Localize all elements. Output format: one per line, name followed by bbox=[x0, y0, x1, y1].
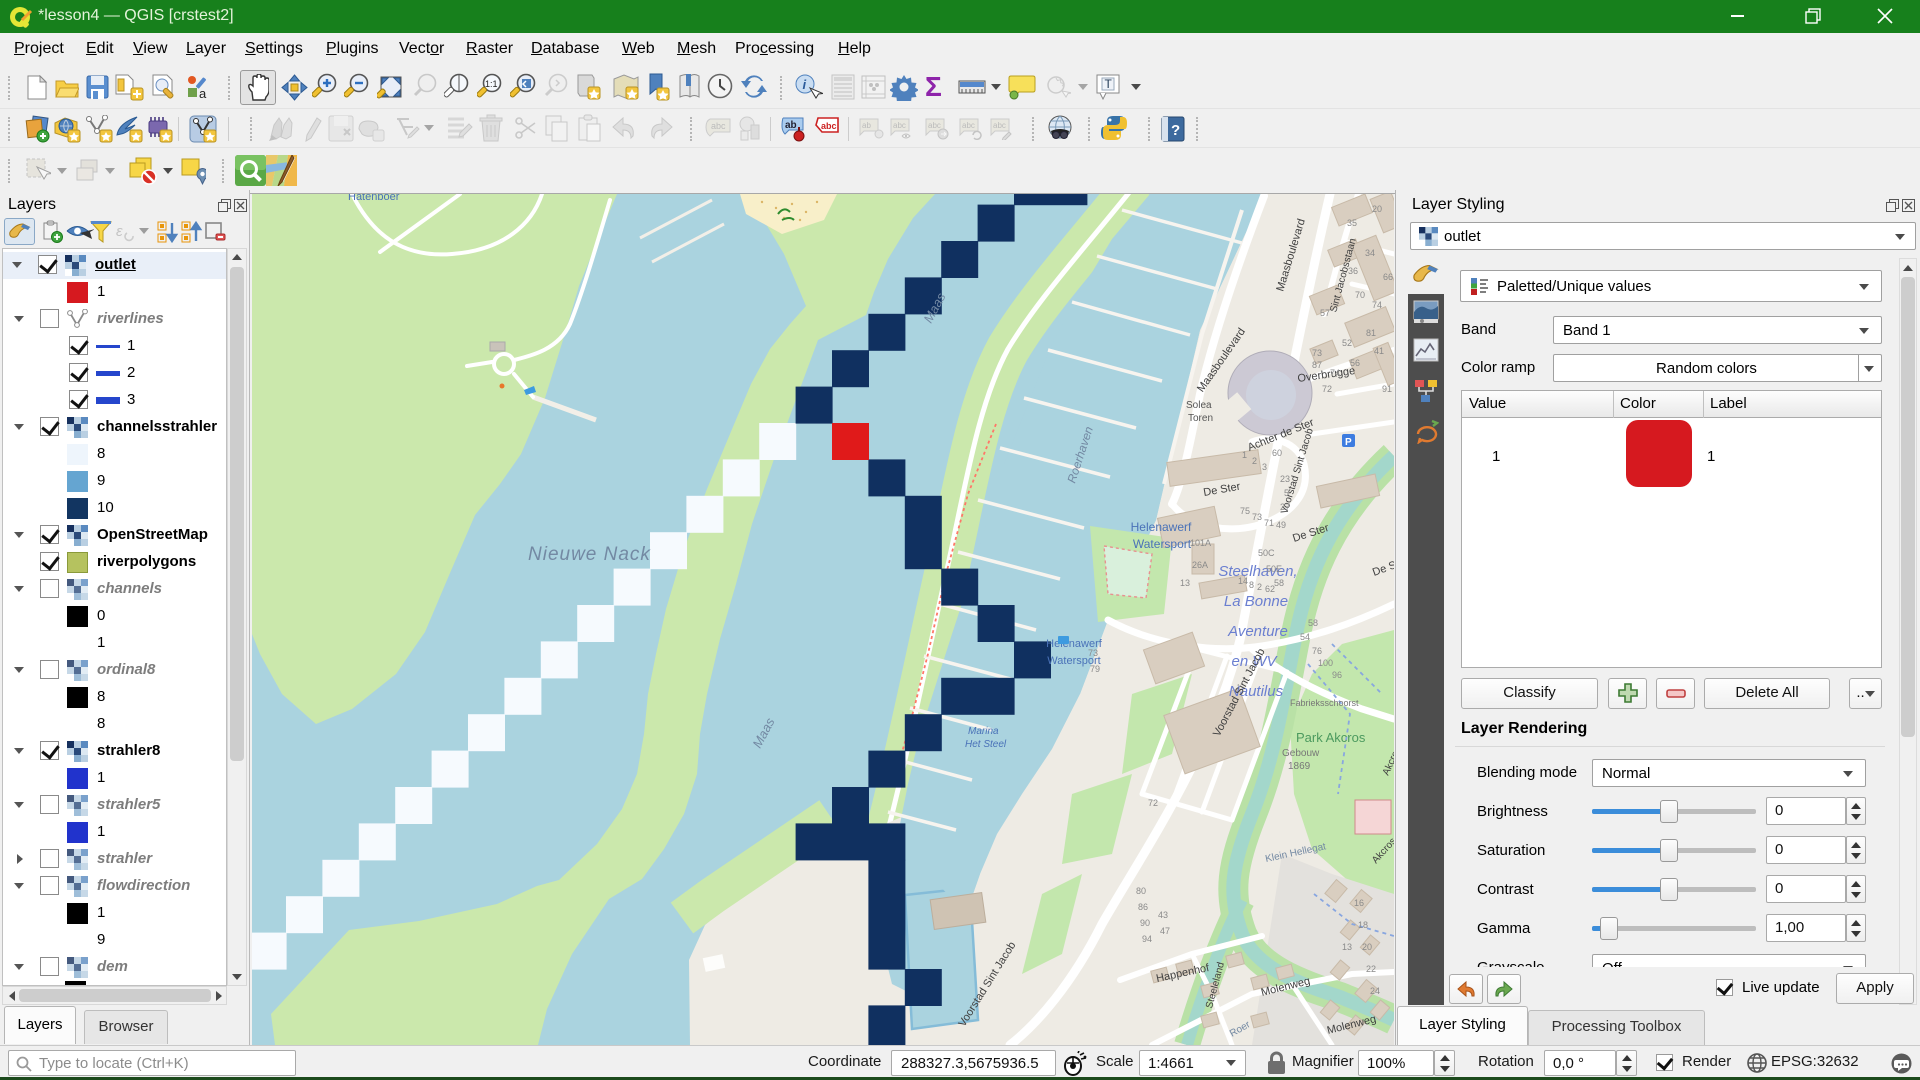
svg-text:abc: abc bbox=[711, 121, 726, 131]
svg-text:86: 86 bbox=[1138, 902, 1148, 912]
svg-text:23: 23 bbox=[1280, 474, 1290, 484]
svg-text:74: 74 bbox=[1372, 300, 1382, 310]
svg-text:Solea: Solea bbox=[1186, 400, 1212, 411]
svg-text:Nieuwe Nack: Nieuwe Nack bbox=[528, 544, 651, 565]
svg-text:20: 20 bbox=[1362, 942, 1372, 952]
svg-text:Helenawerf: Helenawerf bbox=[1131, 520, 1192, 534]
svg-text:abc: abc bbox=[962, 121, 975, 130]
svg-text:26A: 26A bbox=[1192, 560, 1208, 570]
svg-text:54: 54 bbox=[1300, 632, 1310, 642]
svg-text:57: 57 bbox=[1320, 308, 1330, 318]
svg-text:90: 90 bbox=[1140, 918, 1150, 928]
svg-text:87: 87 bbox=[1312, 360, 1322, 370]
svg-text:50E: 50E bbox=[1266, 564, 1282, 574]
svg-text:76: 76 bbox=[1312, 646, 1322, 656]
svg-text:66: 66 bbox=[1383, 272, 1393, 282]
svg-text:2: 2 bbox=[1257, 582, 1262, 592]
svg-text:Toren: Toren bbox=[1188, 413, 1213, 424]
svg-text:94: 94 bbox=[1142, 934, 1152, 944]
svg-text:Hatenboer: Hatenboer bbox=[348, 194, 400, 203]
svg-text:47: 47 bbox=[1160, 926, 1170, 936]
svg-text:ab: ab bbox=[862, 121, 871, 130]
svg-text:74: 74 bbox=[1330, 368, 1340, 378]
svg-text:?: ? bbox=[1171, 122, 1180, 139]
svg-text:79: 79 bbox=[1090, 664, 1100, 674]
svg-text:Gebouw: Gebouw bbox=[1282, 748, 1320, 759]
svg-text:abc: abc bbox=[928, 121, 941, 130]
svg-text:14: 14 bbox=[1238, 576, 1248, 586]
svg-text:1:1: 1:1 bbox=[485, 79, 498, 89]
svg-text:T: T bbox=[1105, 77, 1113, 91]
svg-text:35: 35 bbox=[1347, 218, 1357, 228]
svg-text:16: 16 bbox=[1354, 898, 1364, 908]
svg-text:1: 1 bbox=[1242, 450, 1247, 460]
svg-text:36: 36 bbox=[1348, 266, 1358, 276]
svg-text:abc: abc bbox=[893, 121, 906, 130]
svg-text:58: 58 bbox=[1308, 618, 1318, 628]
svg-text:75: 75 bbox=[1240, 506, 1250, 516]
svg-text:22: 22 bbox=[1366, 964, 1376, 974]
svg-text:41: 41 bbox=[1374, 346, 1384, 356]
svg-text:ab: ab bbox=[785, 120, 797, 131]
svg-text:91: 91 bbox=[1382, 384, 1392, 394]
svg-text:Marina: Marina bbox=[968, 726, 999, 737]
svg-text:Park Akcros: Park Akcros bbox=[1296, 730, 1366, 745]
svg-text:abc: abc bbox=[993, 121, 1006, 130]
svg-text:i: i bbox=[803, 77, 807, 92]
svg-text:81: 81 bbox=[1366, 328, 1376, 338]
svg-text:13: 13 bbox=[1342, 942, 1352, 952]
svg-text:24: 24 bbox=[1370, 986, 1380, 996]
svg-text:62: 62 bbox=[1265, 584, 1275, 594]
svg-text:P: P bbox=[1345, 437, 1352, 448]
svg-text:52: 52 bbox=[1342, 338, 1352, 348]
svg-text:34: 34 bbox=[1365, 248, 1375, 258]
svg-text:La Bonne: La Bonne bbox=[1224, 593, 1288, 610]
svg-text:1869: 1869 bbox=[1288, 761, 1311, 772]
svg-text:100: 100 bbox=[1318, 658, 1333, 668]
svg-text:Aventure: Aventure bbox=[1227, 623, 1288, 640]
svg-text:50C: 50C bbox=[1258, 548, 1275, 558]
svg-text:101A: 101A bbox=[1190, 538, 1211, 548]
svg-text:18: 18 bbox=[1358, 920, 1368, 930]
svg-text:73: 73 bbox=[1088, 648, 1098, 658]
svg-text:ε: ε bbox=[116, 223, 123, 240]
svg-text:73: 73 bbox=[1252, 512, 1262, 522]
svg-text:80: 80 bbox=[1136, 886, 1146, 896]
svg-text:Het Steel: Het Steel bbox=[965, 739, 1007, 750]
svg-text:49: 49 bbox=[1276, 520, 1286, 530]
svg-text:72: 72 bbox=[1322, 384, 1332, 394]
svg-text:Fabrieksschoorst: Fabrieksschoorst bbox=[1290, 698, 1359, 708]
svg-text:20: 20 bbox=[1372, 204, 1382, 214]
svg-text:73: 73 bbox=[1312, 348, 1322, 358]
svg-text:60: 60 bbox=[1272, 448, 1282, 458]
svg-text:5: 5 bbox=[1284, 488, 1289, 498]
svg-text:13: 13 bbox=[1180, 578, 1190, 588]
svg-text:72: 72 bbox=[1148, 798, 1158, 808]
svg-text:abc: abc bbox=[821, 121, 837, 131]
svg-text:8: 8 bbox=[1249, 580, 1254, 590]
svg-text:96: 96 bbox=[1332, 670, 1342, 680]
svg-text:Steelhaven,: Steelhaven, bbox=[1218, 563, 1297, 580]
svg-text:2: 2 bbox=[1252, 456, 1257, 466]
svg-text:56: 56 bbox=[1350, 358, 1360, 368]
svg-text:a: a bbox=[199, 86, 207, 99]
svg-text:71: 71 bbox=[1264, 518, 1274, 528]
svg-text:Watersport: Watersport bbox=[1133, 537, 1192, 551]
svg-text:3: 3 bbox=[1262, 462, 1267, 472]
svg-text:43: 43 bbox=[1158, 910, 1168, 920]
svg-text:70: 70 bbox=[1355, 290, 1365, 300]
svg-text:58: 58 bbox=[1274, 578, 1284, 588]
svg-text:27: 27 bbox=[1280, 502, 1290, 512]
